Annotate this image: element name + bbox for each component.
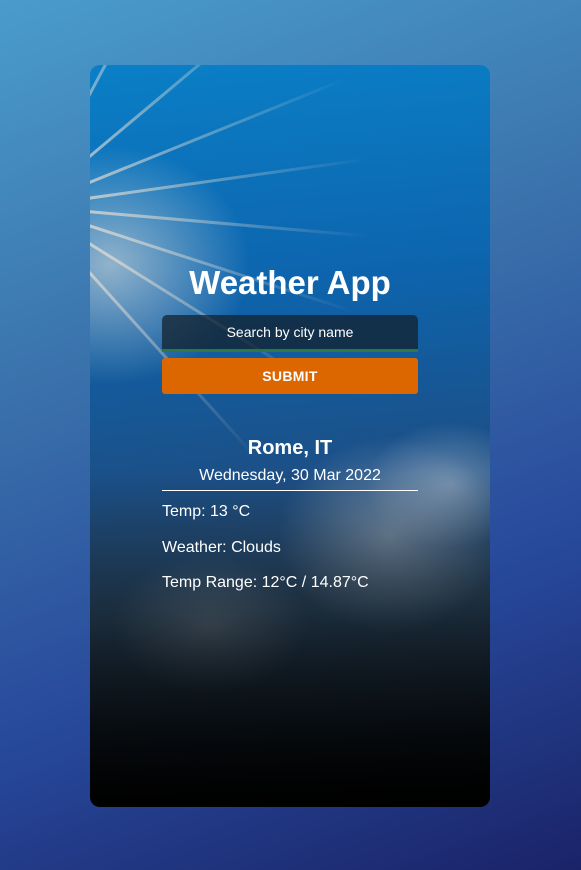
divider: [162, 490, 418, 491]
city-search-input[interactable]: [162, 315, 418, 352]
weather-condition-text: Weather: Clouds: [162, 539, 281, 556]
search-form: [162, 315, 418, 352]
temp-range-text: Temp Range: 12°C / 14.87°C: [162, 574, 369, 591]
location-name: Rome, IT: [247, 437, 333, 459]
app-title: Weather App: [189, 264, 391, 301]
sun-ray: [90, 65, 292, 208]
submit-button[interactable]: SUBMIT: [162, 358, 418, 394]
sun-ray: [90, 77, 346, 208]
sun-ray: [90, 205, 369, 238]
temperature-text: Temp: 13 °C: [162, 503, 251, 520]
weather-card: Weather App SUBMIT Rome, IT Wednesday, 3…: [90, 65, 490, 807]
current-date: Wednesday, 30 Mar 2022: [199, 467, 381, 484]
